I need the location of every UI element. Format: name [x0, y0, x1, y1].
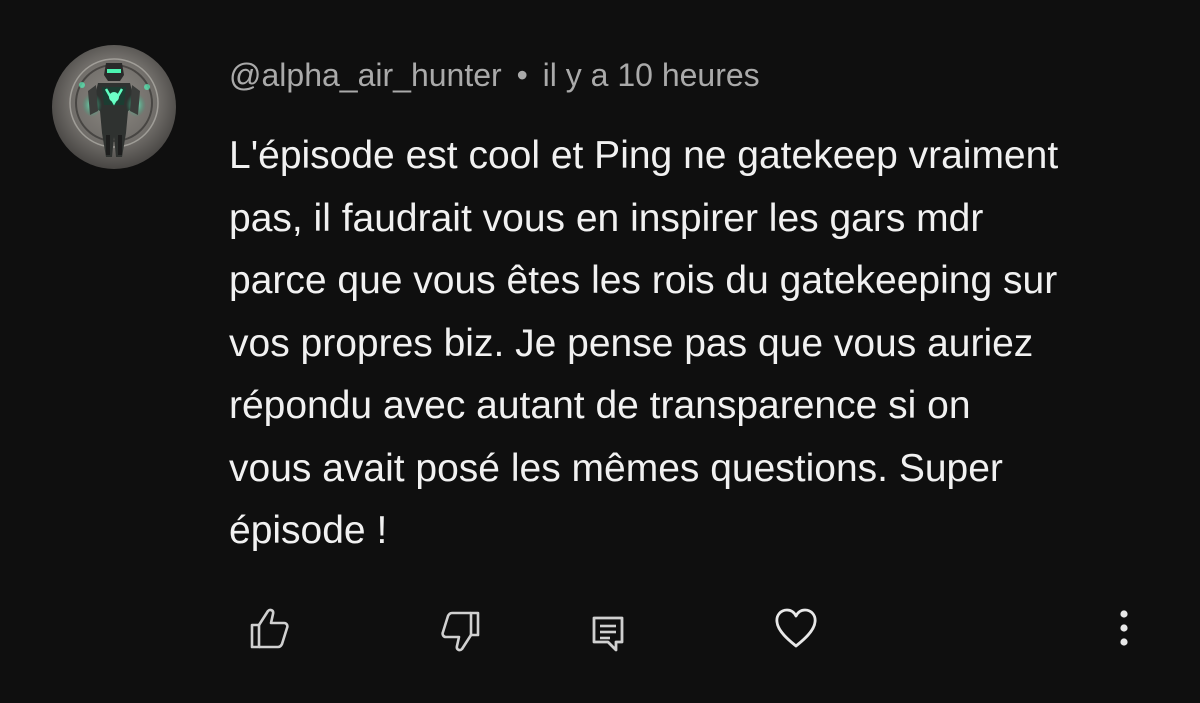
- reply-button[interactable]: [582, 606, 634, 662]
- header-separator: •: [516, 57, 528, 93]
- comment-text-line: parce que vous êtes les rois du gatekeep…: [229, 259, 1058, 302]
- comment-item: @alpha_air_hunter • il y a 10 heures L'é…: [0, 0, 1200, 703]
- comment-text-line: répondu avec autant de transparence si o…: [229, 384, 971, 427]
- like-button[interactable]: [238, 600, 298, 656]
- comment-text-line: vous avait posé les mêmes questions. Sup…: [229, 446, 1003, 490]
- comment-text-line: vos propres biz. Je pense pas que vous a…: [229, 321, 1034, 365]
- author-name[interactable]: @alpha_air_hunter: [229, 57, 502, 93]
- heart-icon: [775, 608, 817, 648]
- avatar-image: [52, 45, 176, 169]
- reply-comment-icon: [592, 616, 624, 652]
- comment-text-line: épisode !: [229, 509, 388, 552]
- more-actions-button[interactable]: [1104, 600, 1144, 656]
- thumbs-down-icon: [441, 611, 480, 652]
- comment-text-line: pas, il faudrait vous en inspirer les ga…: [229, 196, 984, 240]
- more-vertical-icon: [1120, 610, 1128, 646]
- thumbs-up-icon: [250, 608, 289, 649]
- dislike-button[interactable]: [432, 602, 492, 658]
- comment-timestamp[interactable]: il y a 10 heures: [543, 57, 760, 93]
- avatar[interactable]: [52, 45, 176, 169]
- comment-header: @alpha_air_hunter • il y a 10 heures: [229, 56, 760, 94]
- comment-text: L'épisode est cool et Ping ne gatekeep v…: [229, 125, 1169, 563]
- heart-button[interactable]: [766, 600, 826, 656]
- comment-text-line: L'épisode est cool et Ping ne gatekeep v…: [229, 134, 1059, 177]
